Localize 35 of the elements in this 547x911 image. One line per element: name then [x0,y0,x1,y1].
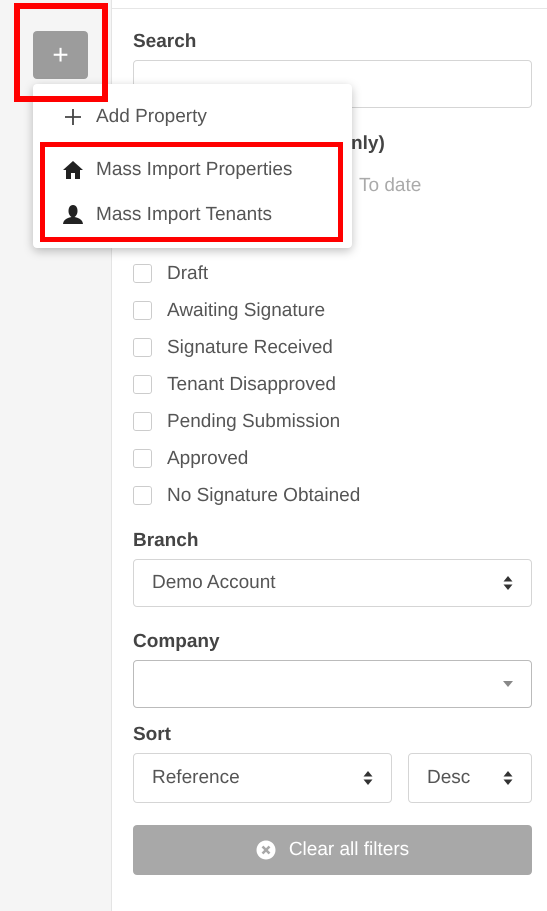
sort-arrows-icon [363,770,373,786]
field-label: Sort [133,724,172,746]
checkbox[interactable] [133,412,152,431]
checkbox[interactable] [133,264,152,283]
sort-arrows-icon [503,575,513,591]
field-label: Company [133,631,221,653]
checkbox[interactable] [133,449,152,468]
menu-item[interactable]: Add Property [40,92,343,142]
checkbox[interactable] [133,375,152,394]
sort-arrows-icon [503,770,513,786]
company-select[interactable] [133,660,532,708]
branch-select[interactable]: Demo Account [133,559,532,607]
field-label: Branch [133,530,200,552]
menu-item[interactable]: Mass Import Tenants [40,192,343,242]
checkbox[interactable] [133,338,152,357]
checkbox-label: No Signature Obtained [167,484,360,506]
clear-icon [256,840,276,860]
menu-item[interactable]: Mass Import Properties [40,142,343,192]
date-field[interactable]: To date [343,162,532,210]
plus-icon [63,108,83,126]
caret-icon [503,681,513,687]
checkbox-label: Draft [167,262,208,284]
checkbox-label: Pending Submission [167,410,340,432]
checkbox[interactable] [133,301,152,320]
checkbox-label: Signature Received [167,336,333,358]
checkbox[interactable] [133,486,152,505]
checkbox-label: Tenant Disapproved [167,374,336,396]
field-label: Search [133,31,198,53]
field-label: nly) [350,133,386,155]
sort-order-select[interactable]: Desc [408,753,532,803]
checkbox-label: Approved [167,448,248,470]
checkbox-label: Awaiting Signature [167,300,326,322]
house-icon [63,160,83,178]
sort-field-select[interactable]: Reference [133,753,392,803]
person-icon [63,205,83,224]
